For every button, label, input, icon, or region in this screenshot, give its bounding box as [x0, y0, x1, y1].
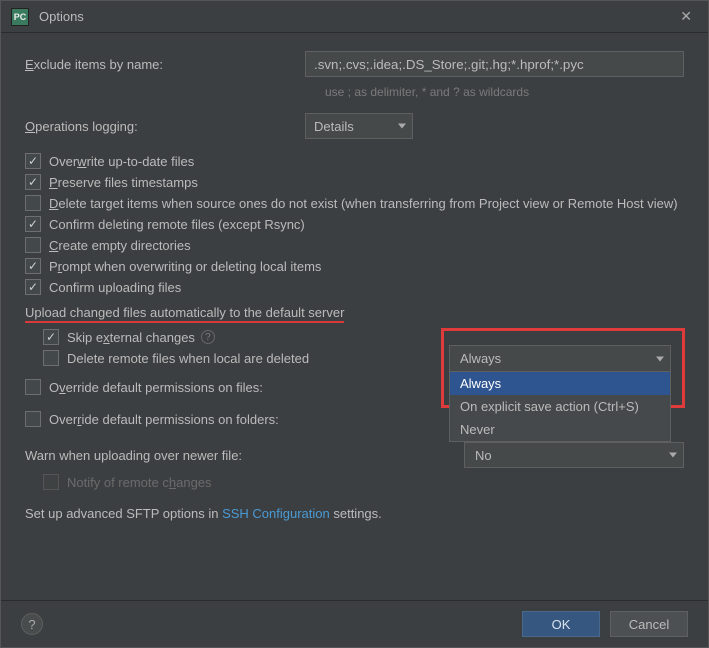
notify-remote-check: Notify of remote changes	[43, 474, 684, 490]
prompt-overwrite-check[interactable]: Prompt when overwriting or deleting loca…	[25, 258, 684, 274]
upload-auto-label: Upload changed files automatically to th…	[25, 305, 344, 323]
confirm-delete-check[interactable]: Confirm deleting remote files (except Rs…	[25, 216, 684, 232]
sftp-hint: Set up advanced SFTP options in SSH Conf…	[25, 506, 684, 521]
checkbox-icon	[25, 379, 41, 395]
preserve-check[interactable]: Preserve files timestamps	[25, 174, 684, 190]
cancel-button[interactable]: Cancel	[610, 611, 688, 637]
chevron-down-icon	[398, 124, 406, 129]
checkbox-icon	[25, 153, 41, 169]
checkbox-icon	[25, 195, 41, 211]
upload-mode-current[interactable]: Always	[450, 346, 670, 372]
close-icon[interactable]: ✕	[674, 4, 698, 29]
checkbox-icon	[25, 216, 41, 232]
checkbox-icon	[25, 174, 41, 190]
skip-external-check[interactable]: Skip external changes ?	[43, 329, 684, 345]
exclude-input[interactable]	[305, 51, 684, 77]
content-area: Exclude items by name: use ; as delimite…	[1, 33, 708, 600]
exclude-hint: use ; as delimiter, * and ? as wildcards	[325, 85, 684, 99]
options-dialog: PC Options ✕ Exclude items by name: use …	[0, 0, 709, 648]
upload-option-always[interactable]: Always	[450, 372, 670, 395]
delete-target-check[interactable]: Delete target items when source ones do …	[25, 195, 684, 211]
exclude-label: Exclude items by name:	[25, 57, 305, 72]
help-icon[interactable]: ?	[201, 330, 215, 344]
checkbox-icon	[25, 258, 41, 274]
footer: ? OK Cancel	[1, 600, 708, 647]
override-folders-check[interactable]: Override default permissions on folders:	[25, 411, 279, 427]
oplog-label: Operations logging:	[25, 119, 305, 134]
checkbox-icon	[25, 411, 41, 427]
titlebar: PC Options ✕	[1, 1, 708, 33]
checkbox-icon	[25, 279, 41, 295]
checkbox-icon	[43, 474, 59, 490]
upload-option-never[interactable]: Never	[450, 418, 670, 441]
ssh-config-link[interactable]: SSH Configuration	[222, 506, 330, 521]
checkbox-icon	[25, 237, 41, 253]
window-title: Options	[39, 9, 674, 24]
overwrite-check[interactable]: Overwrite up-to-date files	[25, 153, 684, 169]
ok-button[interactable]: OK	[522, 611, 600, 637]
warn-label: Warn when uploading over newer file:	[25, 448, 242, 463]
override-files-check[interactable]: Override default permissions on files:	[25, 379, 263, 395]
checkbox-icon	[43, 329, 59, 345]
app-icon: PC	[11, 8, 29, 26]
warn-select[interactable]: No	[464, 442, 684, 468]
upload-option-explicit[interactable]: On explicit save action (Ctrl+S)	[450, 395, 670, 418]
confirm-upload-check[interactable]: Confirm uploading files	[25, 279, 684, 295]
chevron-down-icon	[669, 453, 677, 458]
oplog-select[interactable]: Details	[305, 113, 413, 139]
chevron-down-icon	[656, 356, 664, 361]
upload-mode-dropdown[interactable]: Always Always On explicit save action (C…	[449, 345, 671, 442]
help-button[interactable]: ?	[21, 613, 43, 635]
create-empty-check[interactable]: Create empty directories	[25, 237, 684, 253]
checkbox-icon	[43, 350, 59, 366]
